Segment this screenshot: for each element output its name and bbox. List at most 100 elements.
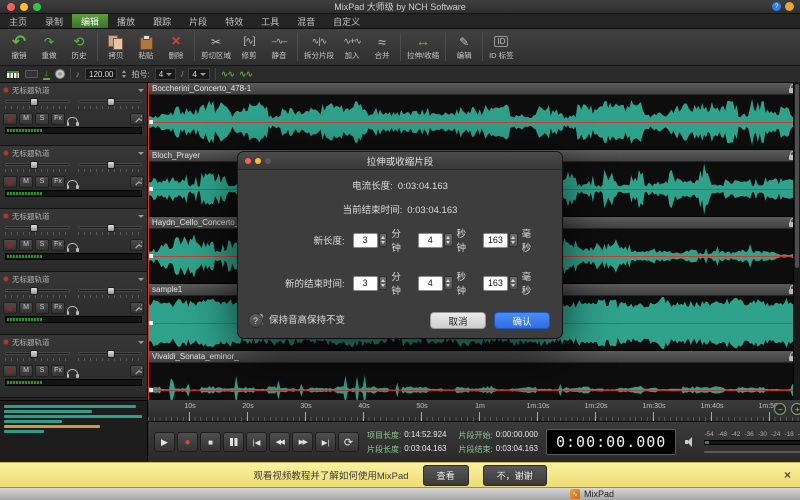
track-tools-button[interactable] (130, 113, 144, 125)
speaker-icon[interactable] (684, 436, 696, 448)
transport-skip-start-button[interactable] (246, 432, 267, 452)
milliseconds-stepper[interactable] (509, 276, 518, 290)
clip-header[interactable]: Vivaldi_Sonata_eminor_ (148, 351, 800, 363)
volume-envelope-line[interactable] (148, 390, 800, 391)
headphones-icon[interactable] (67, 369, 78, 376)
volume-slider[interactable] (5, 97, 70, 110)
milliseconds-input[interactable] (483, 276, 508, 291)
timesig-denominator-select[interactable]: 4 (188, 68, 209, 80)
pan-slider[interactable] (78, 349, 143, 362)
record-arm-icon[interactable] (3, 339, 9, 345)
playhead-cursor[interactable] (148, 83, 149, 400)
import-audio-icon[interactable] (43, 69, 50, 80)
tab-1[interactable]: 录制 (36, 14, 72, 28)
transport-pause-button[interactable] (223, 432, 244, 452)
solo-button[interactable]: S (35, 365, 49, 377)
mute-button[interactable]: M (19, 302, 33, 314)
master-volume-slider[interactable] (704, 447, 800, 456)
envelope-node[interactable] (149, 120, 153, 124)
clip-waveform[interactable] (148, 363, 800, 400)
minimize-window-icon[interactable] (20, 3, 28, 11)
toolbar-paste-button[interactable]: 粘贴 (131, 30, 161, 64)
seconds-input[interactable] (418, 276, 443, 291)
tab-9[interactable]: 自定义 (324, 14, 369, 28)
toolbar-edit-button[interactable]: 编辑 (449, 30, 479, 64)
milliseconds-stepper[interactable] (509, 233, 518, 247)
toolbar-cut-region-button[interactable]: 剪切区域 (198, 30, 234, 64)
help-button[interactable]: ? (248, 313, 263, 328)
fx-button[interactable]: Fx (51, 365, 65, 377)
toolbar-silence-button[interactable]: 静音 (264, 30, 294, 64)
track-tools-button[interactable] (130, 239, 144, 251)
toolbar-split-button[interactable]: 拆分片段 (301, 30, 337, 64)
timeline-ruler[interactable]: 10s 20s 30s 40s 50s 1m 1m:10s 1m:20s 1m:… (148, 400, 800, 422)
solo-button[interactable]: S (35, 302, 49, 314)
overview-clip-bar[interactable] (4, 410, 92, 413)
seconds-stepper[interactable] (444, 276, 453, 290)
solo-button[interactable]: S (35, 176, 49, 188)
confirm-button[interactable]: 确认 (494, 312, 550, 329)
track-menu-icon[interactable] (138, 215, 144, 218)
scrollbar-thumb[interactable] (795, 84, 799, 268)
overview-clip-bar[interactable] (4, 430, 44, 433)
transport-record-button[interactable] (177, 432, 198, 452)
help-icon[interactable]: ? (772, 2, 781, 11)
toolbar-id-tag-button[interactable]: ID 标签 (486, 30, 517, 64)
toolbar-stretch-button[interactable]: 拉伸/收缩 (404, 30, 442, 64)
mute-button[interactable]: M (19, 239, 33, 251)
track-tools-button[interactable] (130, 365, 144, 377)
minutes-stepper[interactable] (379, 233, 388, 247)
record-enable-button[interactable] (3, 239, 17, 251)
zoom-out-icon[interactable] (774, 403, 786, 415)
seconds-stepper[interactable] (444, 233, 453, 247)
close-icon[interactable]: × (784, 468, 791, 482)
toolbar-history-button[interactable]: 历史 (64, 30, 94, 64)
dismiss-button[interactable]: 不，谢谢 (483, 465, 547, 486)
headphones-icon[interactable] (67, 180, 78, 187)
overview-clip-bar[interactable] (4, 425, 100, 428)
seconds-input[interactable] (418, 233, 443, 248)
clip-row[interactable]: Boccherini_Concerto_478-1 (148, 83, 800, 150)
zoom-in-icon[interactable] (791, 403, 800, 415)
headphones-icon[interactable] (67, 117, 78, 124)
clip-waveform[interactable] (148, 95, 800, 149)
fx-button[interactable]: Fx (51, 239, 65, 251)
record-arm-icon[interactable] (3, 87, 9, 93)
store-icon[interactable] (785, 2, 794, 11)
headphones-icon[interactable] (67, 243, 78, 250)
pan-slider[interactable] (78, 223, 143, 236)
cd-icon[interactable] (55, 69, 65, 79)
mute-button[interactable]: M (19, 113, 33, 125)
transport-forward-button[interactable] (292, 432, 313, 452)
dialog-close-icon[interactable] (245, 158, 251, 164)
track-name[interactable]: 无标题轨道 (12, 211, 50, 222)
transport-play-button[interactable] (154, 432, 175, 452)
headphones-icon[interactable] (67, 306, 78, 313)
close-window-icon[interactable] (7, 3, 15, 11)
track-menu-icon[interactable] (138, 152, 144, 155)
toolbar-delete-button[interactable]: 删除 (161, 30, 191, 64)
view-tutorial-button[interactable]: 查看 (423, 465, 469, 486)
tab-8[interactable]: 混音 (288, 14, 324, 28)
clip-row[interactable]: Vivaldi_Sonata_eminor_ (148, 351, 800, 400)
waveform-view-icon[interactable] (221, 69, 234, 80)
volume-slider[interactable] (5, 160, 70, 173)
tab-3[interactable]: 播放 (108, 14, 144, 28)
toolbar-copy-button[interactable]: 拷贝 (101, 30, 131, 64)
tab-0[interactable]: 主页 (0, 14, 36, 28)
pan-slider[interactable] (78, 286, 143, 299)
track-name[interactable]: 无标题轨道 (12, 148, 50, 159)
tempo-stepper[interactable] (122, 70, 126, 78)
track-name[interactable]: 无标题轨道 (12, 85, 50, 96)
transport-stop-button[interactable] (200, 432, 221, 452)
pan-slider[interactable] (78, 97, 143, 110)
toolbar-redo-button[interactable]: 重做 (34, 30, 64, 64)
overview-clip-bar[interactable] (4, 420, 62, 423)
tab-2[interactable]: 编辑 (72, 14, 108, 28)
minutes-input[interactable] (353, 276, 378, 291)
tab-4[interactable]: 跟踪 (144, 14, 180, 28)
mute-button[interactable]: M (19, 365, 33, 377)
midi-keyboard-icon[interactable] (25, 70, 38, 78)
record-arm-icon[interactable] (3, 276, 9, 282)
toolbar-join-button[interactable]: 加入 (337, 30, 367, 64)
